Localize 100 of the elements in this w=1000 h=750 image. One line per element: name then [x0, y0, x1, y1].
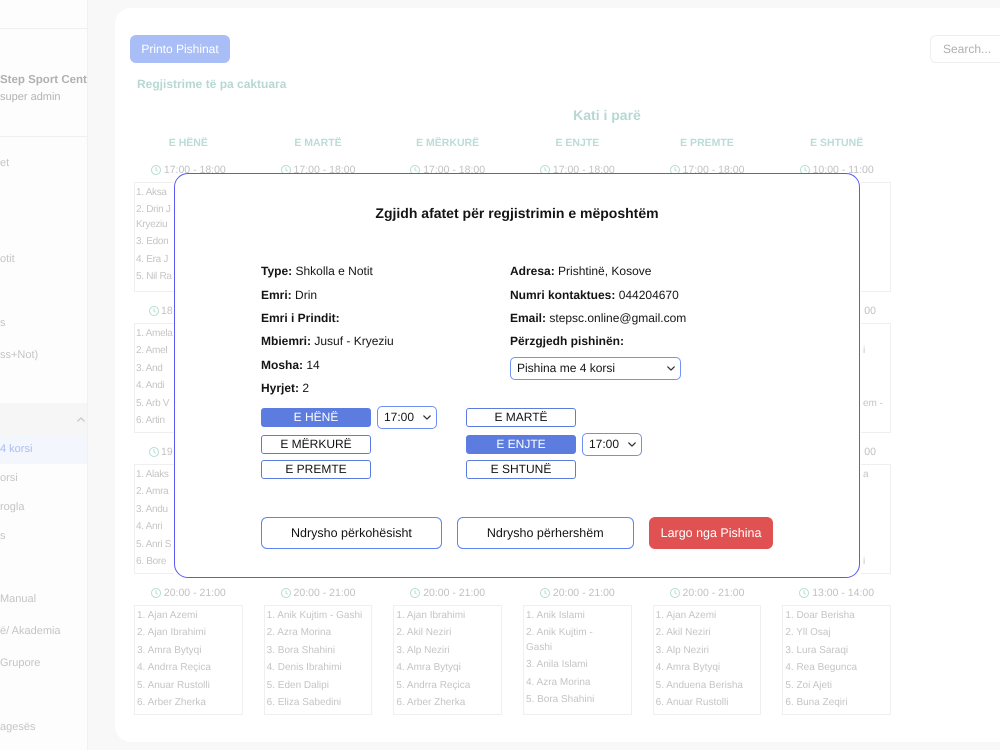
pool-select[interactable]: Pishina me 4 korsi [510, 356, 681, 380]
time-range: 20:00 - 21:00 [164, 587, 226, 599]
time-range: 17:00 - 18:00 [552, 164, 615, 176]
student-name: 6. Arber Zherka [136, 696, 206, 710]
time-select[interactable]: 17:00 [377, 406, 437, 429]
student-name: 6. Anuar Rustolli [654, 696, 728, 710]
student-name: 5. Zoi Ajeti [784, 678, 832, 692]
day-header: E PREMTE [680, 136, 734, 150]
time-select[interactable]: 17:00 [582, 432, 642, 456]
student-name: 3. Alp Neziri [654, 644, 710, 658]
detail-field: Mosha: 14 [261, 358, 320, 373]
time-range: 20:00 - 21:00 [294, 587, 356, 599]
clock-icon [410, 588, 420, 598]
user-role: super admin [0, 90, 61, 104]
sidebar-subitem[interactable]: 4 korsi [0, 435, 87, 464]
sidebar-item[interactable]: agesës [0, 711, 87, 743]
student-name: i [862, 555, 866, 569]
time-range: 00 [864, 305, 876, 317]
detail-field: Type: Shkolla e Notit [261, 264, 373, 280]
student-name: 2. Amel [135, 344, 168, 358]
sidebar-subitem[interactable]: rogla [0, 493, 87, 522]
chevron-up-icon [77, 416, 85, 422]
day-toggle[interactable]: E HËNË [261, 408, 371, 427]
student-name: 3. Andu [135, 502, 168, 516]
student-name: em - [862, 396, 883, 410]
print-button[interactable]: Printo Pishinat [130, 35, 230, 63]
student-name: 1. Amela [135, 326, 173, 340]
clock-icon [670, 588, 680, 598]
sidebar-item[interactable]: ss+Not) [0, 339, 87, 371]
sidebar-item[interactable]: s [0, 307, 87, 339]
search-field[interactable]: Search... [930, 35, 1000, 63]
day-header: E ENJTE [555, 136, 600, 150]
student-name: 2. Akil Neziri [654, 626, 711, 640]
student-name: 4. Amra Bytyqi [654, 661, 720, 675]
change-button[interactable]: Ndrysho përkohësisht [261, 516, 442, 549]
clock-icon [280, 165, 291, 175]
student-name: 5. Anduena Berisha [654, 678, 743, 692]
student-name: 1. Aksa [135, 186, 167, 200]
chevron-down-icon [423, 414, 431, 420]
sidebar-item[interactable]: otit [0, 243, 87, 275]
sidebar-item[interactable] [0, 403, 87, 435]
day-toggle[interactable]: E MËRKURË [261, 434, 371, 454]
chevron-down-icon [667, 366, 675, 371]
student-name: 4. Era J [135, 252, 168, 266]
detail-field: Përzgjedh pishinën: [510, 334, 624, 350]
student-name: 5. Andrra Reçica [395, 678, 470, 692]
day-toggle[interactable]: E PREMTE [261, 460, 371, 479]
floor-title: Kati i parë [573, 106, 641, 124]
student-name: 2. Yll Osaj [784, 626, 831, 640]
student-name: 6. Artin [135, 414, 165, 428]
student-name: 1. Ajan Azemi [136, 608, 198, 622]
sidebar-subitem[interactable]: orsi [0, 464, 87, 493]
detail-field: Emri i Prindit: [261, 310, 340, 326]
student-name: 1. Anik Kujtim - Gashi [266, 608, 362, 622]
clock-icon [150, 588, 161, 598]
sidebar-item[interactable]: Grupore [0, 647, 87, 679]
detail-field: Mbiemri: Jusuf - Kryeziu [261, 334, 394, 350]
dialog-title: Zgjidh afatet për regjistrimin e mëposhtëm [375, 204, 659, 222]
day-toggle[interactable]: E ENJTE [466, 434, 576, 454]
sidebar-item[interactable]: ë/ Akademia [0, 615, 87, 647]
detail-field: Hyrjet: 2 [261, 381, 310, 396]
student-name: 2. Akil Neziri [395, 626, 452, 640]
day-header: E HËNË [168, 136, 208, 150]
student-name: 3. And [135, 362, 163, 376]
time-range: 13:00 - 14:00 [812, 587, 874, 599]
student-name: 6. Bore [135, 555, 166, 569]
sidebar-item[interactable]: Manual [0, 583, 87, 615]
time-range: 20:00 - 21:00 [682, 587, 744, 599]
clock-icon [149, 306, 159, 316]
section-heading: Regjistrime të pa caktuara [137, 77, 286, 91]
day-header: E SHTUNË [810, 136, 864, 150]
time-range: 20:00 - 21:00 [552, 587, 615, 599]
student-name: 2. Ajan Ibrahimi [136, 626, 206, 640]
student-name: 5. Nil Ra [135, 270, 172, 284]
time-range: 18 [161, 305, 173, 317]
student-name: 1. Doar Berisha [784, 608, 855, 622]
student-name: 5. Anri S [135, 538, 172, 552]
time-range: 00 [864, 446, 876, 458]
sidebar-subitem[interactable]: s [0, 522, 87, 551]
day-header: E MARTË [294, 136, 342, 150]
clock-icon [280, 588, 291, 598]
change-button[interactable]: Ndrysho përhershëm [456, 516, 634, 549]
student-name: 4. Anri [135, 520, 162, 534]
day-toggle[interactable]: E MARTË [466, 408, 576, 427]
sidebar-item[interactable]: et [0, 147, 87, 179]
student-name: 2. Drin J Kryeziu [135, 203, 171, 232]
day-toggle[interactable]: E SHTUNË [466, 460, 576, 479]
clock-icon [800, 165, 810, 175]
day-header: E MËRKURË [416, 136, 480, 150]
student-name: 6. Eliza Sabedini [266, 696, 342, 710]
student-name: 5. Arb V [135, 396, 170, 410]
student-name: 3. Bora Shahini [266, 644, 336, 658]
clock-icon [540, 165, 550, 175]
remove-button[interactable]: Largo nga Pishina [648, 516, 774, 549]
student-name: 4. Rea Begunca [784, 661, 858, 675]
chevron-down-icon [628, 442, 636, 447]
clock-icon [150, 165, 161, 175]
student-name: 3. Amra Bytyqi [136, 644, 202, 658]
detail-field: Emri: Drin [261, 288, 318, 303]
student-name: 2. Anik Kujtim - Gashi [524, 626, 593, 654]
